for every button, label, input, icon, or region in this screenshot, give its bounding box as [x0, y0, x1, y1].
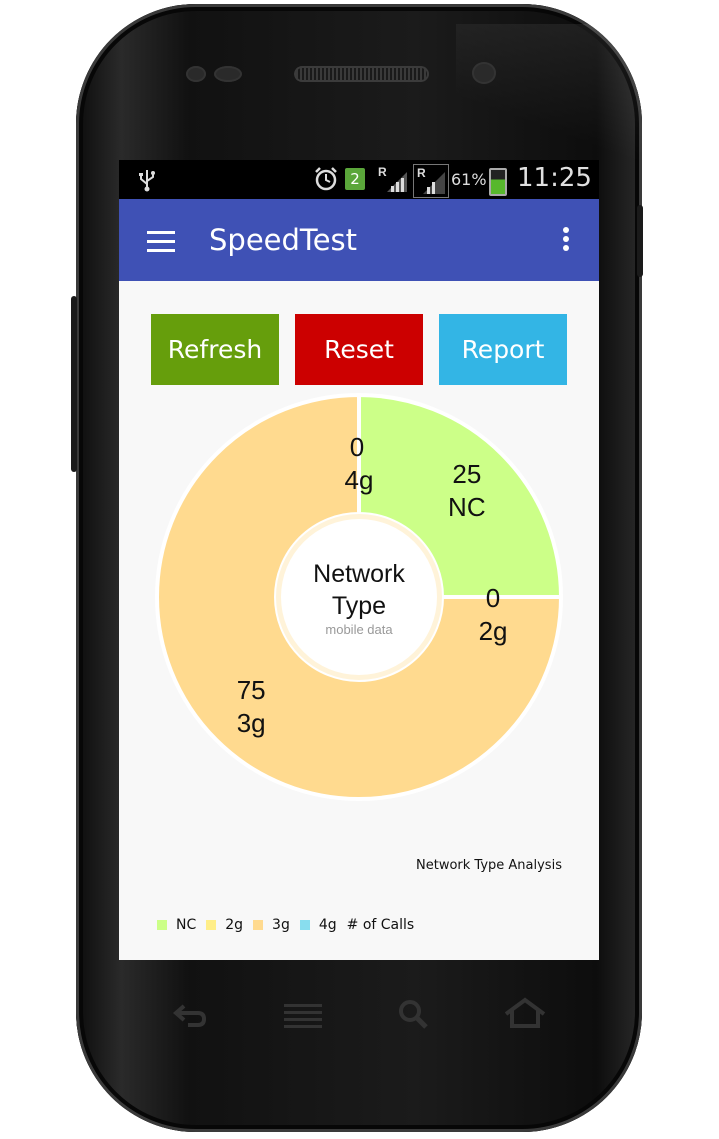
- data-label-value-3g: 75: [237, 675, 266, 705]
- navigation-bar: [0, 996, 719, 1036]
- screen: 2 R R 61% 11:25 SpeedTest Refresh Reset …: [119, 160, 599, 960]
- legend-swatch-NC: [157, 920, 167, 930]
- light-sensor: [214, 66, 242, 82]
- proximity-sensor: [186, 66, 206, 82]
- earpiece-speaker: [294, 66, 429, 82]
- data-label-category-4g: 4g: [345, 465, 374, 495]
- center-title-line2: Type: [332, 592, 386, 620]
- legend-label-2g: 2g: [225, 917, 244, 933]
- network-type-donut-chart: Network Type mobile data 25NC02g753g04g: [155, 392, 564, 801]
- legend-label-4g: 4g: [318, 917, 337, 933]
- data-label-value-4g: 0: [350, 432, 364, 462]
- data-label-category-2g: 2g: [479, 616, 508, 646]
- center-title-line1: Network: [313, 560, 405, 588]
- power-button: [637, 205, 643, 277]
- data-label-category-NC: NC: [448, 492, 486, 522]
- legend-label-3g: 3g: [272, 917, 290, 933]
- home-icon[interactable]: [502, 996, 548, 1032]
- legend-title: # of Calls: [346, 917, 415, 933]
- center-subtitle: mobile data: [325, 622, 393, 637]
- data-label-category-3g: 3g: [237, 708, 266, 738]
- chart-legend: NC 2g 3g 4g # of Calls: [157, 917, 424, 937]
- data-label-value-NC: 25: [452, 459, 481, 489]
- chart-caption: Network Type Analysis: [416, 858, 562, 873]
- legend-swatch-3g: [253, 920, 264, 930]
- search-icon[interactable]: [396, 996, 432, 1032]
- legend-swatch-2g: [206, 920, 217, 930]
- back-icon[interactable]: [170, 996, 210, 1032]
- front-camera: [472, 62, 496, 84]
- volume-button: [71, 296, 77, 472]
- legend-label-NC: NC: [176, 917, 197, 933]
- data-label-value-2g: 0: [486, 583, 500, 613]
- legend-swatch-4g: [299, 920, 310, 930]
- recent-apps-icon[interactable]: [282, 996, 324, 1032]
